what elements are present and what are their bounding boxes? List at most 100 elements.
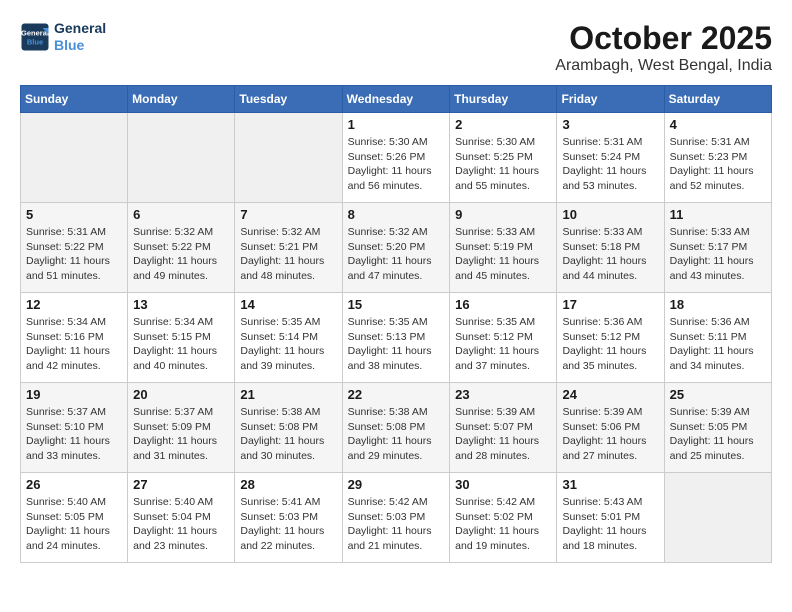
day-number: 8 [348, 207, 445, 222]
week-row-3: 12 Sunrise: 5:34 AM Sunset: 5:16 PM Dayli… [21, 293, 772, 383]
calendar-cell: 6 Sunrise: 5:32 AM Sunset: 5:22 PM Daylig… [128, 203, 235, 293]
day-number: 12 [26, 297, 122, 312]
day-number: 25 [670, 387, 766, 402]
day-info: Sunrise: 5:30 AM Sunset: 5:26 PM Dayligh… [348, 135, 445, 194]
calendar-cell: 14 Sunrise: 5:35 AM Sunset: 5:14 PM Dayli… [235, 293, 342, 383]
day-info: Sunrise: 5:33 AM Sunset: 5:18 PM Dayligh… [562, 225, 658, 284]
calendar-header-row: Sunday Monday Tuesday Wednesday Thursday… [21, 86, 772, 113]
day-info: Sunrise: 5:36 AM Sunset: 5:11 PM Dayligh… [670, 315, 766, 374]
calendar-cell: 24 Sunrise: 5:39 AM Sunset: 5:06 PM Dayli… [557, 383, 664, 473]
title-block: October 2025 Arambagh, West Bengal, Indi… [555, 20, 772, 75]
calendar-cell: 10 Sunrise: 5:33 AM Sunset: 5:18 PM Dayli… [557, 203, 664, 293]
day-info: Sunrise: 5:40 AM Sunset: 5:05 PM Dayligh… [26, 495, 122, 554]
day-number: 26 [26, 477, 122, 492]
calendar-cell: 20Sunrise: 5:37 AM Sunset: 5:09 PM Dayli… [128, 383, 235, 473]
day-number: 18 [670, 297, 766, 312]
calendar-cell: 26 Sunrise: 5:40 AM Sunset: 5:05 PM Dayli… [21, 473, 128, 563]
day-number: 24 [562, 387, 658, 402]
calendar-cell: 27Sunrise: 5:40 AM Sunset: 5:04 PM Dayli… [128, 473, 235, 563]
day-number: 6 [133, 207, 229, 222]
calendar-cell [21, 113, 128, 203]
calendar-cell: 17 Sunrise: 5:36 AM Sunset: 5:12 PM Dayli… [557, 293, 664, 383]
day-info: Sunrise: 5:37 AM Sunset: 5:10 PM Dayligh… [26, 405, 122, 464]
day-info: Sunrise: 5:38 AM Sunset: 5:08 PM Dayligh… [240, 405, 336, 464]
calendar-cell: 12 Sunrise: 5:34 AM Sunset: 5:16 PM Dayli… [21, 293, 128, 383]
day-info: Sunrise: 5:41 AM Sunset: 5:03 PM Dayligh… [240, 495, 336, 554]
day-info: Sunrise: 5:42 AM Sunset: 5:02 PM Dayligh… [455, 495, 551, 554]
day-info: Sunrise: 5:43 AM Sunset: 5:01 PM Dayligh… [562, 495, 658, 554]
day-number: 14 [240, 297, 336, 312]
day-info: Sunrise: 5:39 AM Sunset: 5:07 PM Dayligh… [455, 405, 551, 464]
day-number: 30 [455, 477, 551, 492]
calendar-cell [235, 113, 342, 203]
week-row-2: 5 Sunrise: 5:31 AM Sunset: 5:22 PM Daylig… [21, 203, 772, 293]
location: Arambagh, West Bengal, India [555, 57, 772, 75]
col-tuesday: Tuesday [235, 86, 342, 113]
day-info: Sunrise: 5:40 AM Sunset: 5:04 PM Dayligh… [133, 495, 229, 554]
calendar-cell: 30 Sunrise: 5:42 AM Sunset: 5:02 PM Dayli… [450, 473, 557, 563]
day-info: Sunrise: 5:35 AM Sunset: 5:12 PM Dayligh… [455, 315, 551, 374]
day-number: 5 [26, 207, 122, 222]
day-info: Sunrise: 5:32 AM Sunset: 5:20 PM Dayligh… [348, 225, 445, 284]
calendar-cell: 16 Sunrise: 5:35 AM Sunset: 5:12 PM Dayli… [450, 293, 557, 383]
day-number: 23 [455, 387, 551, 402]
day-number: 7 [240, 207, 336, 222]
week-row-1: 1 Sunrise: 5:30 AM Sunset: 5:26 PM Daylig… [21, 113, 772, 203]
calendar-cell: 28 Sunrise: 5:41 AM Sunset: 5:03 PM Dayli… [235, 473, 342, 563]
page-header: General Blue General Blue October 2025 A… [20, 20, 772, 75]
calendar-cell: 31 Sunrise: 5:43 AM Sunset: 5:01 PM Dayli… [557, 473, 664, 563]
calendar-cell: 18 Sunrise: 5:36 AM Sunset: 5:11 PM Dayli… [664, 293, 771, 383]
day-info: Sunrise: 5:42 AM Sunset: 5:03 PM Dayligh… [348, 495, 445, 554]
day-info: Sunrise: 5:33 AM Sunset: 5:19 PM Dayligh… [455, 225, 551, 284]
day-info: Sunrise: 5:39 AM Sunset: 5:06 PM Dayligh… [562, 405, 658, 464]
calendar-cell: 21 Sunrise: 5:38 AM Sunset: 5:08 PM Dayli… [235, 383, 342, 473]
calendar: Sunday Monday Tuesday Wednesday Thursday… [20, 85, 772, 563]
day-info: Sunrise: 5:32 AM Sunset: 5:22 PM Dayligh… [133, 225, 229, 284]
day-number: 10 [562, 207, 658, 222]
day-info: Sunrise: 5:36 AM Sunset: 5:12 PM Dayligh… [562, 315, 658, 374]
calendar-cell: 8 Sunrise: 5:32 AM Sunset: 5:20 PM Daylig… [342, 203, 450, 293]
day-number: 22 [348, 387, 445, 402]
day-number: 31 [562, 477, 658, 492]
col-saturday: Saturday [664, 86, 771, 113]
day-number: 19 [26, 387, 122, 402]
day-info: Sunrise: 5:31 AM Sunset: 5:22 PM Dayligh… [26, 225, 122, 284]
day-number: 1 [348, 117, 445, 132]
day-number: 4 [670, 117, 766, 132]
calendar-cell: 4Sunrise: 5:31 AM Sunset: 5:23 PM Daylig… [664, 113, 771, 203]
day-number: 28 [240, 477, 336, 492]
logo: General Blue General Blue [20, 20, 106, 54]
day-number: 21 [240, 387, 336, 402]
day-info: Sunrise: 5:34 AM Sunset: 5:16 PM Dayligh… [26, 315, 122, 374]
day-info: Sunrise: 5:35 AM Sunset: 5:14 PM Dayligh… [240, 315, 336, 374]
day-number: 9 [455, 207, 551, 222]
day-info: Sunrise: 5:33 AM Sunset: 5:17 PM Dayligh… [670, 225, 766, 284]
calendar-cell: 25Sunrise: 5:39 AM Sunset: 5:05 PM Dayli… [664, 383, 771, 473]
day-number: 15 [348, 297, 445, 312]
calendar-cell [128, 113, 235, 203]
logo-line2: Blue [54, 37, 106, 54]
calendar-cell: 19 Sunrise: 5:37 AM Sunset: 5:10 PM Dayli… [21, 383, 128, 473]
week-row-4: 19 Sunrise: 5:37 AM Sunset: 5:10 PM Dayli… [21, 383, 772, 473]
calendar-cell: 1 Sunrise: 5:30 AM Sunset: 5:26 PM Daylig… [342, 113, 450, 203]
day-info: Sunrise: 5:34 AM Sunset: 5:15 PM Dayligh… [133, 315, 229, 374]
calendar-cell: 3Sunrise: 5:31 AM Sunset: 5:24 PM Daylig… [557, 113, 664, 203]
day-number: 3 [562, 117, 658, 132]
calendar-cell: 15 Sunrise: 5:35 AM Sunset: 5:13 PM Dayli… [342, 293, 450, 383]
calendar-cell: 9 Sunrise: 5:33 AM Sunset: 5:19 PM Daylig… [450, 203, 557, 293]
day-info: Sunrise: 5:38 AM Sunset: 5:08 PM Dayligh… [348, 405, 445, 464]
calendar-cell: 13 Sunrise: 5:34 AM Sunset: 5:15 PM Dayli… [128, 293, 235, 383]
day-info: Sunrise: 5:30 AM Sunset: 5:25 PM Dayligh… [455, 135, 551, 194]
day-number: 13 [133, 297, 229, 312]
logo-line1: General [54, 20, 106, 37]
calendar-cell: 29Sunrise: 5:42 AM Sunset: 5:03 PM Dayli… [342, 473, 450, 563]
day-number: 2 [455, 117, 551, 132]
calendar-cell: 7Sunrise: 5:32 AM Sunset: 5:21 PM Daylig… [235, 203, 342, 293]
calendar-cell [664, 473, 771, 563]
svg-text:Blue: Blue [27, 37, 43, 46]
day-info: Sunrise: 5:35 AM Sunset: 5:13 PM Dayligh… [348, 315, 445, 374]
day-number: 16 [455, 297, 551, 312]
calendar-cell: 5 Sunrise: 5:31 AM Sunset: 5:22 PM Daylig… [21, 203, 128, 293]
day-number: 17 [562, 297, 658, 312]
month-title: October 2025 [555, 20, 772, 57]
